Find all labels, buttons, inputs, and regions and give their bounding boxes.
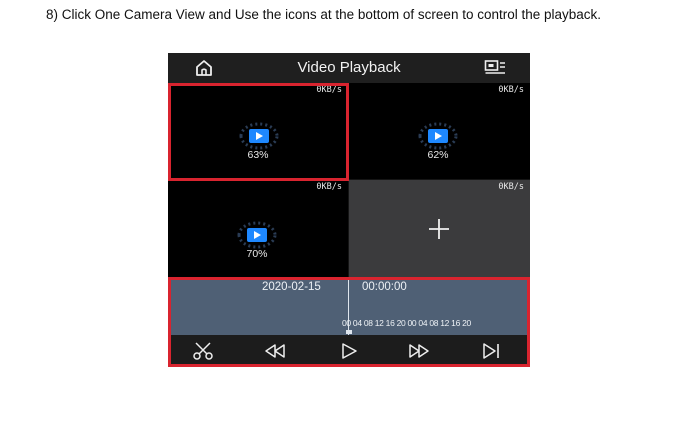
play-icon[interactable] (228, 220, 286, 250)
add-camera-icon[interactable] (426, 216, 452, 242)
selected-view-highlight (168, 83, 349, 181)
bitrate-label: 0KB/s (498, 182, 524, 192)
bitrate-label: 0KB/s (316, 182, 342, 192)
camera-view-3[interactable]: 0KB/s 70% (168, 180, 348, 277)
header-bar: Video Playback (168, 53, 530, 83)
screen-layout-icon[interactable] (484, 58, 506, 76)
controls-highlight (168, 277, 530, 367)
bitrate-label: 0KB/s (498, 85, 524, 95)
play-icon[interactable] (409, 121, 467, 151)
loading-percent: 70% (246, 248, 268, 260)
app-screen: Video Playback 0KB/s 63% 0KB/s 62% 0KB/s… (168, 53, 530, 367)
camera-view-empty[interactable]: 0KB/s (349, 180, 530, 277)
loading-percent: 62% (427, 149, 449, 161)
instruction-text: 8) Click One Camera View and Use the ico… (46, 7, 602, 22)
camera-view-2[interactable]: 0KB/s 62% (349, 83, 530, 179)
page-title: Video Playback (297, 59, 401, 76)
